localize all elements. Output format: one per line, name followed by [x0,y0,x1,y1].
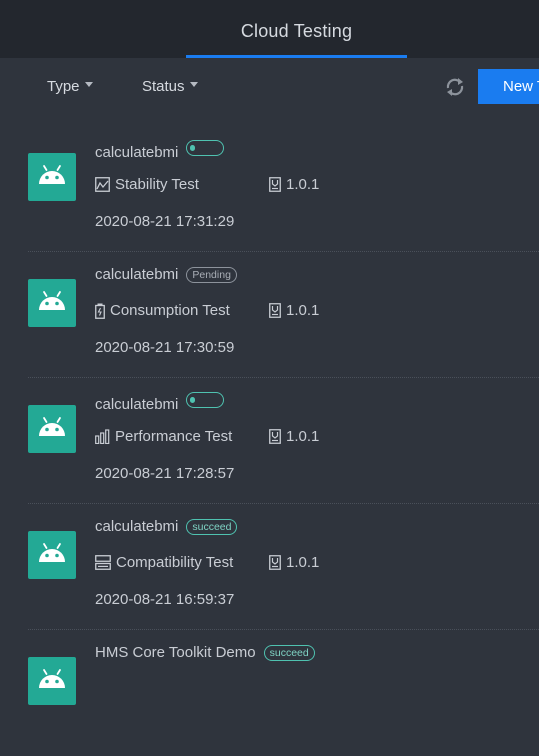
status-filter[interactable]: Status [142,78,198,95]
test-type-label: Compatibility Test [116,554,234,571]
app-avatar [28,531,76,579]
task-row[interactable]: calculatebmi succeed Compatibility Test 1.0… [0,504,539,630]
status-badge: succeed [263,645,315,661]
version-label: 1.0.1 [286,428,320,445]
app-name-label: calculatebmi [95,266,179,283]
task-row[interactable]: calculatebmi Performance Test 1.0.1 2020-08… [0,378,539,504]
task-app-name: calculatebmi [95,392,225,413]
caret-down-icon [189,82,198,87]
version-label: 1.0.1 [286,554,320,571]
toolbar: Type Status New Test [0,58,539,118]
task-timestamp: 2020-08-21 16:59:37 [95,591,235,608]
running-status-badge [186,140,225,156]
task-timestamp: 2020-08-21 17:31:29 [95,213,235,230]
app-avatar [28,405,76,453]
type-filter-label: Type [47,78,80,95]
test-type: Stability Test [95,176,199,193]
test-type: Performance Test [95,428,232,445]
app-version: 1.0.1 [269,554,319,571]
status-filter-label: Status [142,78,185,95]
app-name-label: calculatebmi [95,518,179,535]
version-icon [269,555,286,570]
app-name-label: calculatebmi [95,144,179,161]
task-timestamp: 2020-08-21 17:30:59 [95,339,235,356]
test-type: Consumption Test [95,302,230,319]
version-icon [269,429,286,444]
status-badge: succeed [186,519,238,535]
version-label: 1.0.1 [286,302,320,319]
test-type-label: Performance Test [115,428,233,445]
caret-down-icon [84,82,93,87]
type-filter[interactable]: Type [47,78,93,95]
test-type: Compatibility Test [95,554,233,571]
version-icon [269,303,286,318]
progress-indicator [190,145,196,151]
app-avatar [28,657,76,705]
app-version: 1.0.1 [269,176,319,193]
task-app-name: calculatebmi Pending [95,266,237,283]
task-timestamp: 2020-08-21 17:28:57 [95,465,235,482]
progress-indicator [190,397,196,403]
app-version: 1.0.1 [269,428,319,445]
new-test-button[interactable]: New Test [478,69,539,104]
status-badge: Pending [186,267,237,283]
app-version: 1.0.1 [269,302,319,319]
task-row[interactable]: HMS Core Toolkit Demo succeed [0,630,539,756]
tab-cloud-testing[interactable]: Cloud Testing [186,0,407,58]
task-app-name: calculatebmi succeed [95,518,238,535]
task-row[interactable]: calculatebmi Pending Consumption Test 1.0.1… [0,252,539,378]
bar-chart-icon [95,429,115,444]
task-row[interactable]: calculatebmi Stability Test 1.0.1 2020-08-2… [0,126,539,252]
test-type-label: Stability Test [115,176,199,193]
battery-icon [95,303,110,319]
app-avatar [28,279,76,327]
running-status-badge [186,392,225,408]
test-type-label: Consumption Test [110,302,230,319]
app-name-label: HMS Core Toolkit Demo [95,644,256,661]
task-app-name: HMS Core Toolkit Demo succeed [95,644,315,661]
version-label: 1.0.1 [286,176,320,193]
app-avatar [28,153,76,201]
devices-icon [95,555,116,570]
chart-icon [95,177,115,192]
header-bar: Cloud Testing [0,0,539,58]
version-icon [269,177,286,192]
refresh-icon[interactable] [444,76,466,98]
app-name-label: calculatebmi [95,396,179,413]
task-app-name: calculatebmi [95,140,225,161]
